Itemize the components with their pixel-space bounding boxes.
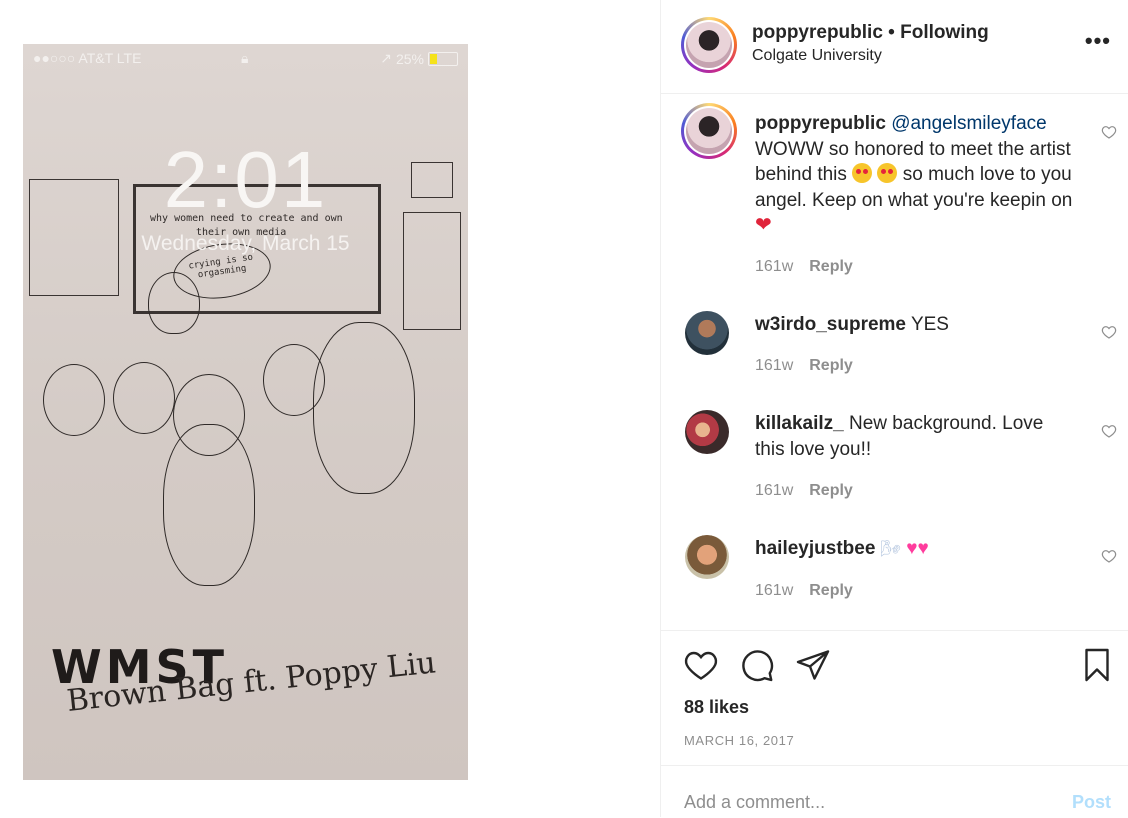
- more-options-icon[interactable]: •••: [1085, 28, 1111, 54]
- post-date: MARCH 16, 2017: [684, 733, 795, 748]
- like-comment-icon[interactable]: [1101, 324, 1117, 340]
- comment-text: haileyjustbee 🌬︎ ♥♥: [755, 536, 1075, 563]
- comment-item: killakailz_ New background. Love this lo…: [661, 407, 1128, 517]
- post-image[interactable]: why women need to create and own their o…: [23, 44, 468, 780]
- sketch-audience-head: [113, 362, 175, 434]
- reply-button[interactable]: Reply: [809, 482, 853, 499]
- comment-username[interactable]: haileyjustbee: [755, 538, 875, 559]
- comment-text: killakailz_ New background. Love this lo…: [755, 411, 1075, 462]
- battery-status: ↗ 25%: [380, 50, 458, 67]
- sketch-audience-head: [43, 364, 105, 436]
- post-comment-button[interactable]: Post: [1072, 792, 1111, 813]
- heart-eyes-emoji-icon: [877, 163, 898, 183]
- comment-meta: 161w Reply: [755, 482, 853, 500]
- red-heart-emoji-icon: ❤︎: [755, 214, 772, 236]
- post-photo-column: why women need to create and own their o…: [0, 0, 660, 817]
- carrier-label: ●●○○○ AT&T LTE: [33, 50, 142, 66]
- comment-text: w3irdo_supreme YES: [755, 312, 1075, 338]
- lock-screen-time: 2:01: [163, 135, 328, 224]
- follow-status-button[interactable]: Following: [900, 22, 989, 43]
- caption-comment: poppyrepublic @angelsmileyface WOWW so h…: [661, 94, 1128, 294]
- comment-age: 161w: [755, 357, 794, 374]
- sketch-audience-head: [163, 424, 255, 586]
- comment-meta: 161w Reply: [755, 258, 853, 276]
- comment-age: 161w: [755, 582, 794, 599]
- add-comment-input[interactable]: Add a comment...: [684, 792, 825, 813]
- location-arrow-icon: ↗: [380, 50, 392, 66]
- battery-percent: 25%: [395, 50, 424, 67]
- battery-icon: [428, 51, 458, 66]
- comment-body: YES: [910, 314, 949, 335]
- post-location[interactable]: Colgate University: [752, 47, 882, 65]
- reply-button[interactable]: Reply: [809, 258, 853, 275]
- sketch-speaker: [148, 272, 200, 334]
- like-comment-icon[interactable]: [1101, 548, 1117, 564]
- like-comment-icon[interactable]: [1101, 423, 1117, 439]
- author-username[interactable]: poppyrepublic: [752, 22, 883, 43]
- comment-meta: 161w Reply: [755, 582, 853, 600]
- comment-avatar[interactable]: [685, 410, 729, 454]
- likes-count[interactable]: 88 likes: [684, 697, 749, 718]
- post-actions: 88 likes MARCH 16, 2017: [661, 630, 1128, 766]
- comment-item: w3irdo_supreme YES 161w Reply: [661, 308, 1128, 398]
- lock-screen-date: Wednesday, March 15: [141, 232, 350, 255]
- author-line: poppyrepublic • Following: [752, 22, 989, 44]
- heart-eyes-emoji-icon: [852, 163, 873, 183]
- comment-username[interactable]: killakailz_: [755, 413, 844, 434]
- comment-avatar[interactable]: [685, 535, 729, 579]
- wind-emoji-icon: 🌬︎: [880, 541, 901, 558]
- like-heart-icon[interactable]: [683, 647, 719, 683]
- comment-meta: 161w Reply: [755, 357, 853, 375]
- add-comment-bar: Add a comment... Post: [661, 765, 1128, 818]
- sketch-audience-head: [313, 322, 415, 494]
- post-header: poppyrepublic • Following Colgate Univer…: [661, 0, 1128, 94]
- two-hearts-emoji-icon: ♥♥: [906, 538, 929, 559]
- share-paper-plane-icon[interactable]: [795, 647, 831, 683]
- comment-age: 161w: [755, 258, 794, 275]
- save-bookmark-icon[interactable]: [1079, 647, 1115, 683]
- comment-age: 161w: [755, 482, 794, 499]
- comment-mention[interactable]: @angelsmileyface: [891, 113, 1047, 134]
- post-sidebar: poppyrepublic • Following Colgate Univer…: [660, 0, 1128, 817]
- comments-list: poppyrepublic @angelsmileyface WOWW so h…: [661, 94, 1128, 630]
- comment-username[interactable]: w3irdo_supreme: [755, 314, 906, 335]
- header-separator: •: [882, 22, 901, 43]
- phone-status-bar: ●●○○○ AT&T LTE 🔒︎ ↗ 25%: [23, 44, 468, 72]
- lock-icon: 🔒︎: [241, 50, 249, 66]
- comment-item: haileyjustbee 🌬︎ ♥♥ 161w Reply: [661, 532, 1128, 622]
- reply-button[interactable]: Reply: [809, 357, 853, 374]
- sketch-poster: [403, 212, 461, 330]
- like-comment-icon[interactable]: [1101, 124, 1117, 140]
- comment-avatar[interactable]: [685, 311, 729, 355]
- comment-avatar[interactable]: [681, 103, 737, 159]
- reply-button[interactable]: Reply: [809, 582, 853, 599]
- battery-fill: [430, 53, 437, 64]
- author-avatar[interactable]: [681, 17, 737, 73]
- comment-username[interactable]: poppyrepublic: [755, 113, 886, 134]
- comment-text: poppyrepublic @angelsmileyface WOWW so h…: [755, 111, 1075, 239]
- comment-bubble-icon[interactable]: [739, 647, 775, 683]
